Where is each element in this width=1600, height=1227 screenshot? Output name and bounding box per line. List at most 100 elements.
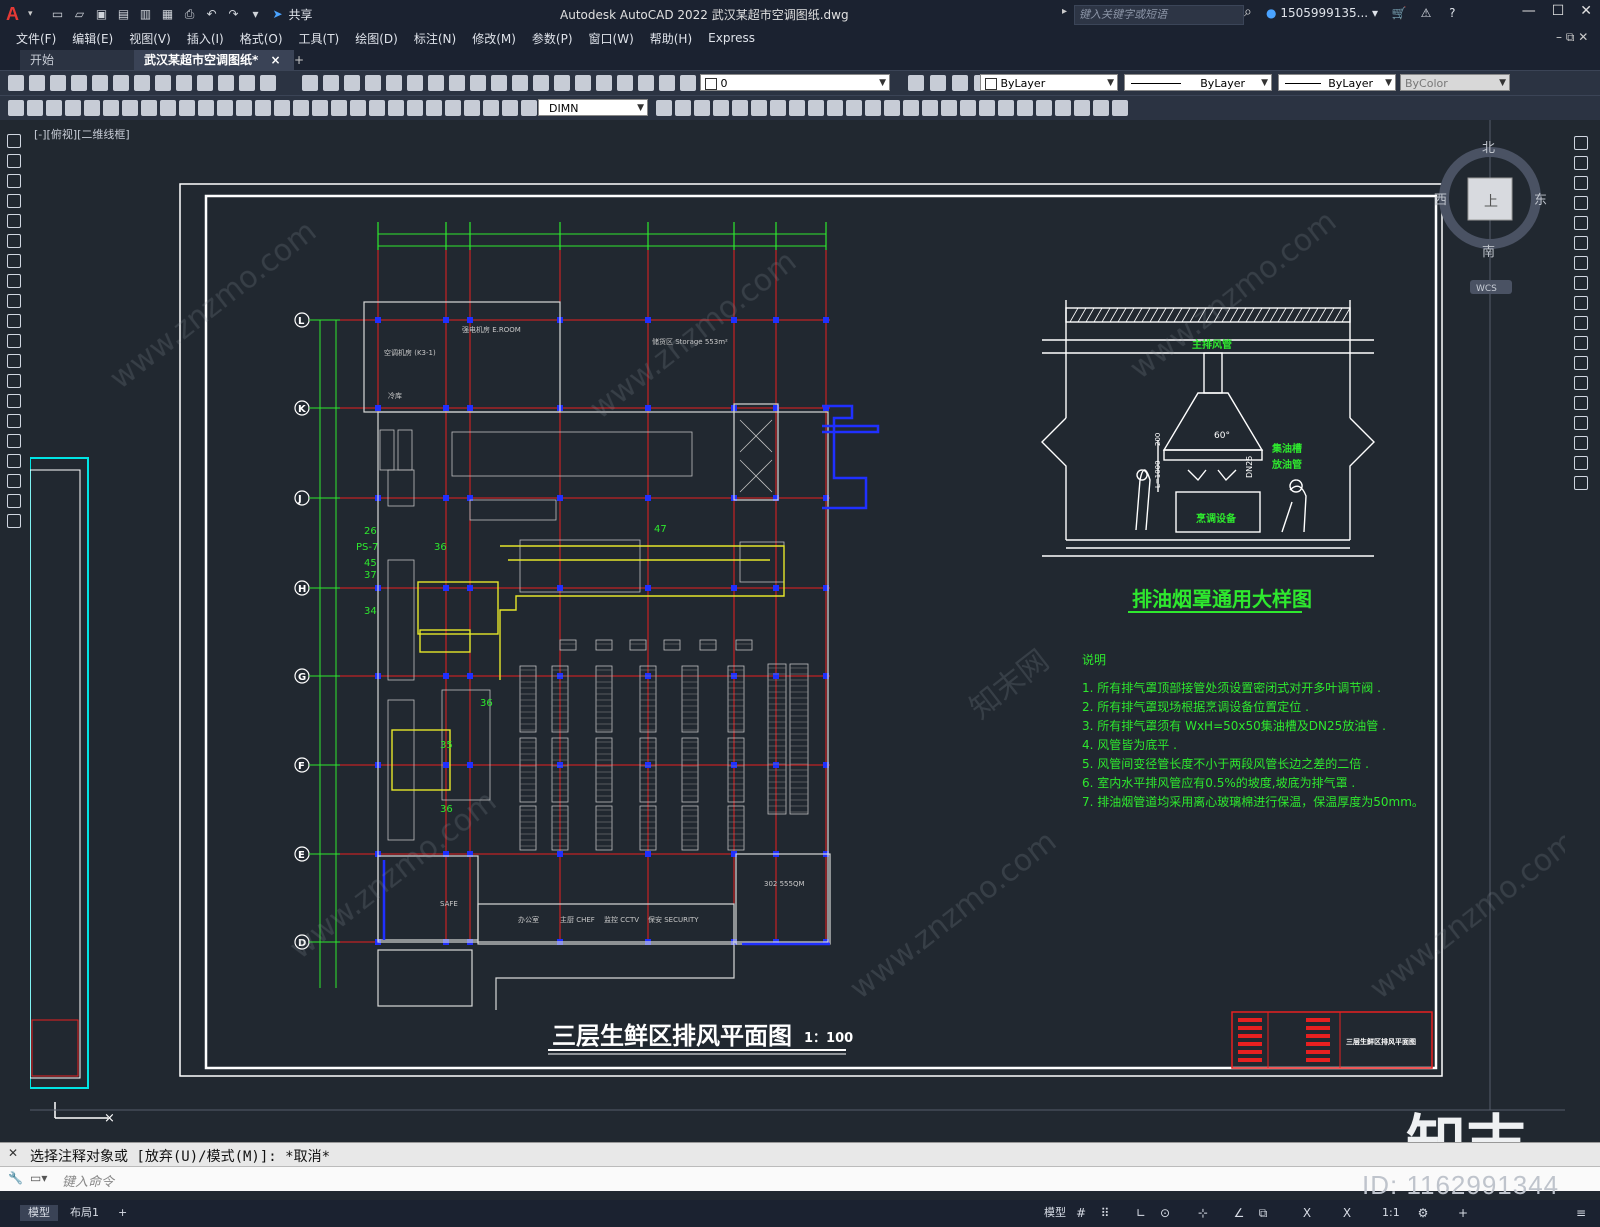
toolbar-tool-icon[interactable] <box>960 100 976 116</box>
toolbar-tool-icon[interactable] <box>998 100 1014 116</box>
toolbar-tool-icon[interactable] <box>218 75 234 91</box>
toolbar-tool-icon[interactable] <box>1017 100 1033 116</box>
toolbar-tool-icon[interactable] <box>865 100 881 116</box>
ortho-icon[interactable]: ∟ <box>1134 1206 1148 1220</box>
toolbar-tool-icon[interactable] <box>827 100 843 116</box>
plot-icon[interactable]: ⎙ <box>181 6 199 22</box>
new-tab-button[interactable]: + <box>284 50 314 70</box>
menu-express[interactable]: Express <box>708 31 755 45</box>
draw-tool-icon[interactable] <box>7 434 21 448</box>
toolbar-tool-icon[interactable] <box>952 75 968 91</box>
toolbar-tool-icon[interactable] <box>449 75 465 91</box>
snap-icon[interactable]: ⠿ <box>1098 1206 1112 1220</box>
command-prompt-icon[interactable]: ▭▾ <box>30 1171 47 1185</box>
toolbar-tool-icon[interactable] <box>113 75 129 91</box>
draw-tool-icon[interactable] <box>7 174 21 188</box>
menu-view[interactable]: 视图(V) <box>129 30 171 47</box>
modify-tool-icon[interactable] <box>1574 416 1588 430</box>
toolbar-tool-icon[interactable] <box>176 75 192 91</box>
cart-icon[interactable]: 🛒 <box>1392 6 1407 20</box>
viewport-controls-label[interactable]: [-][俯视][二维线框] <box>34 126 130 142</box>
toolbar-tool-icon[interactable] <box>388 100 404 116</box>
modify-tool-icon[interactable] <box>1574 216 1588 230</box>
toolbar-tool-icon[interactable] <box>331 100 347 116</box>
toolbar-tool-icon[interactable] <box>160 100 176 116</box>
modify-tool-icon[interactable] <box>1574 336 1588 350</box>
drawing-canvas[interactable]: × LKJHGFED 26 PS-7 45 37 34 36 47 36 35 … <box>30 120 1565 1140</box>
toolbar-tool-icon[interactable] <box>617 75 633 91</box>
toolbar-tool-icon[interactable] <box>470 75 486 91</box>
toolbar-tool-icon[interactable] <box>365 75 381 91</box>
toolbar-tool-icon[interactable] <box>1055 100 1071 116</box>
wrench-icon[interactable]: 🔧 <box>8 1171 23 1185</box>
toolbar-tool-icon[interactable] <box>1074 100 1090 116</box>
toolbar-tool-icon[interactable] <box>197 75 213 91</box>
selection-cycling-icon[interactable]: ⧉ <box>1256 1206 1270 1220</box>
toolbar-tool-icon[interactable] <box>659 75 675 91</box>
toolbar-tool-icon[interactable] <box>656 100 672 116</box>
viewcube-north[interactable]: 北 <box>1482 141 1495 156</box>
menu-parametric[interactable]: 参数(P) <box>532 30 573 47</box>
maximize-icon[interactable]: ☐ <box>1552 3 1565 19</box>
redo-icon[interactable]: ↷ <box>225 6 243 22</box>
modify-tool-icon[interactable] <box>1574 136 1588 150</box>
command-input-bar[interactable]: 🔧 ▭▾ 键入命令 <box>0 1166 1600 1191</box>
share-icon[interactable]: ➤ <box>269 6 287 22</box>
toolbar-tool-icon[interactable] <box>198 100 214 116</box>
toolbar-tool-icon[interactable] <box>407 100 423 116</box>
search-input[interactable]: 键入关键字或短语 <box>1074 5 1244 25</box>
menu-dimension[interactable]: 标注(N) <box>414 30 456 47</box>
modify-tool-icon[interactable] <box>1574 476 1588 490</box>
toolbar-tool-icon[interactable] <box>350 100 366 116</box>
add-layout-button[interactable]: + <box>110 1205 135 1221</box>
modify-tool-icon[interactable] <box>1574 356 1588 370</box>
draw-tool-icon[interactable] <box>7 334 21 348</box>
toolbar-tool-icon[interactable] <box>217 100 233 116</box>
toolbar-tool-icon[interactable] <box>751 100 767 116</box>
toolbar-tool-icon[interactable] <box>941 100 957 116</box>
toolbar-tool-icon[interactable] <box>846 100 862 116</box>
toolbar-tool-icon[interactable] <box>293 100 309 116</box>
modify-tool-icon[interactable] <box>1574 396 1588 410</box>
toolbar-tool-icon[interactable] <box>179 100 195 116</box>
grid-icon[interactable]: # <box>1074 1206 1088 1220</box>
toolbar-tool-icon[interactable] <box>50 75 66 91</box>
toolbar-tool-icon[interactable] <box>1036 100 1052 116</box>
toolbar-tool-icon[interactable] <box>302 75 318 91</box>
toolbar-tool-icon[interactable] <box>65 100 81 116</box>
toolbar-tool-icon[interactable] <box>770 100 786 116</box>
toolbar-tool-icon[interactable] <box>1093 100 1109 116</box>
tab-model[interactable]: 模型 <box>20 1205 58 1221</box>
draw-tool-icon[interactable] <box>7 234 21 248</box>
workspace-gear-icon[interactable]: ⚙ <box>1416 1206 1430 1220</box>
toolbar-tool-icon[interactable] <box>27 100 43 116</box>
menu-modify[interactable]: 修改(M) <box>472 30 516 47</box>
toolbar-tool-icon[interactable] <box>155 75 171 91</box>
import-icon[interactable]: ▥ <box>137 6 155 22</box>
modify-tool-icon[interactable] <box>1574 236 1588 250</box>
toolbar-tool-icon[interactable] <box>92 75 108 91</box>
toolbar-tool-icon[interactable] <box>675 100 691 116</box>
command-close-icon[interactable]: ✕ <box>8 1146 18 1160</box>
modify-tool-icon[interactable] <box>1574 296 1588 310</box>
save-icon[interactable]: ▣ <box>93 6 111 22</box>
draw-tool-icon[interactable] <box>7 454 21 468</box>
dimstyle-dropdown[interactable]: DIMN ▼ <box>538 99 648 116</box>
modify-tool-icon[interactable] <box>1574 156 1588 170</box>
help-icon[interactable]: ? <box>1449 6 1455 20</box>
polar-icon[interactable]: ⊙ <box>1158 1206 1172 1220</box>
draw-tool-icon[interactable] <box>7 514 21 528</box>
new-icon[interactable]: ▭ <box>49 6 67 22</box>
toolbar-tool-icon[interactable] <box>554 75 570 91</box>
toolbar-tool-icon[interactable] <box>426 100 442 116</box>
toolbar-tool-icon[interactable] <box>1112 100 1128 116</box>
undo-icon[interactable]: ↶ <box>203 6 221 22</box>
toolbar-tool-icon[interactable] <box>596 75 612 91</box>
toolbar-tool-icon[interactable] <box>680 75 696 91</box>
draw-tool-icon[interactable] <box>7 134 21 148</box>
modify-tool-icon[interactable] <box>1574 376 1588 390</box>
menu-draw[interactable]: 绘图(D) <box>355 30 398 47</box>
app-menu-chevron-icon[interactable]: ▾ <box>28 9 33 19</box>
toolbar-tool-icon[interactable] <box>255 100 271 116</box>
modify-tool-icon[interactable] <box>1574 456 1588 470</box>
